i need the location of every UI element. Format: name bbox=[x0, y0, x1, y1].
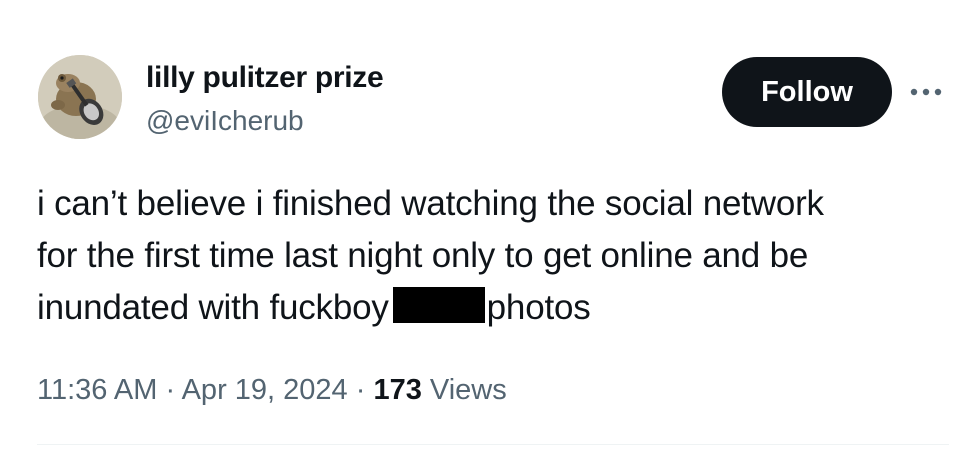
tweet-text-line: i can’t believe i finished watching the … bbox=[37, 184, 824, 223]
more-options-icon[interactable] bbox=[906, 78, 946, 106]
tweet-text: i can’t believe i finished watching the … bbox=[37, 178, 947, 334]
tweet-meta: 11:36 AM · Apr 19, 2024 · 173 Views bbox=[37, 370, 507, 410]
redaction-bar bbox=[392, 287, 485, 323]
follow-button[interactable]: Follow bbox=[722, 57, 892, 127]
meta-separator: · bbox=[355, 374, 366, 406]
avatar[interactable] bbox=[38, 55, 122, 139]
tweet-text-line: inundated with fuckboy photos bbox=[37, 282, 947, 334]
frog-with-guitar-avatar-icon bbox=[38, 55, 122, 139]
author-handle[interactable]: @eviIcherub bbox=[146, 104, 304, 138]
divider bbox=[37, 444, 949, 445]
views-label: Views bbox=[429, 374, 507, 406]
tweet-text-fragment: inundated with fuckboy bbox=[37, 288, 389, 327]
views-count: 173 bbox=[373, 374, 422, 406]
tweet-date[interactable]: Apr 19, 2024 bbox=[182, 374, 348, 406]
tweet-time[interactable]: 11:36 AM bbox=[37, 374, 157, 406]
author-display-name[interactable]: lilly pulitzer prize bbox=[146, 60, 384, 96]
tweet-text-fragment: photos bbox=[486, 288, 591, 327]
tweet-card: lilly pulitzer prize @eviIcherub Follow … bbox=[0, 0, 976, 456]
tweet-text-line: for the first time last night only to ge… bbox=[37, 236, 809, 275]
meta-separator: · bbox=[165, 374, 176, 406]
